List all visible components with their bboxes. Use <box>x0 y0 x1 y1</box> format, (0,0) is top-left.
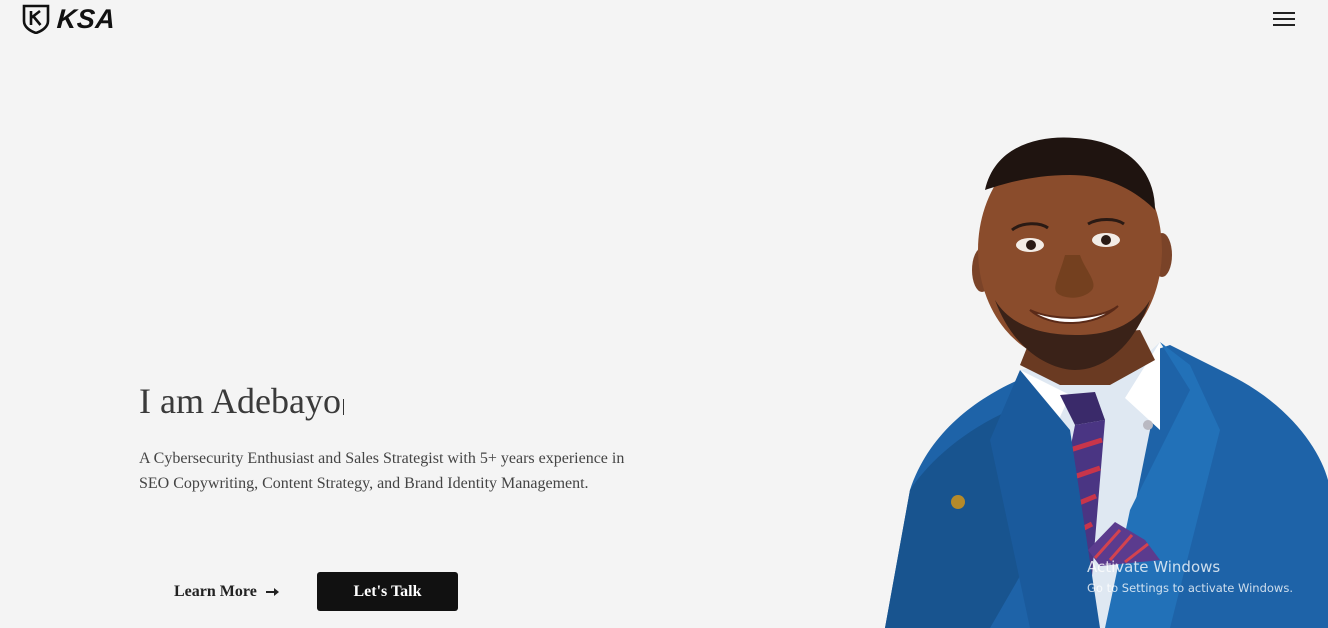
lets-talk-button[interactable]: Let's Talk <box>317 572 458 611</box>
learn-more-label: Learn More <box>174 583 257 600</box>
typing-cursor <box>342 399 344 415</box>
hero-title: I am Adebayo <box>139 378 344 424</box>
portrait-image <box>885 137 1328 628</box>
logo-text: KSA <box>55 4 117 34</box>
learn-more-link[interactable]: Learn More <box>174 578 280 606</box>
hamburger-menu-button[interactable] <box>1270 8 1298 30</box>
hero-title-text: I am Adebayo <box>139 381 341 421</box>
shield-logo-icon <box>22 4 50 34</box>
hamburger-menu-icon <box>1273 12 1295 26</box>
hero-description: A Cybersecurity Enthusiast and Sales Str… <box>139 450 625 492</box>
site-logo[interactable]: KSA <box>22 4 117 34</box>
arrow-right-icon <box>265 587 280 597</box>
